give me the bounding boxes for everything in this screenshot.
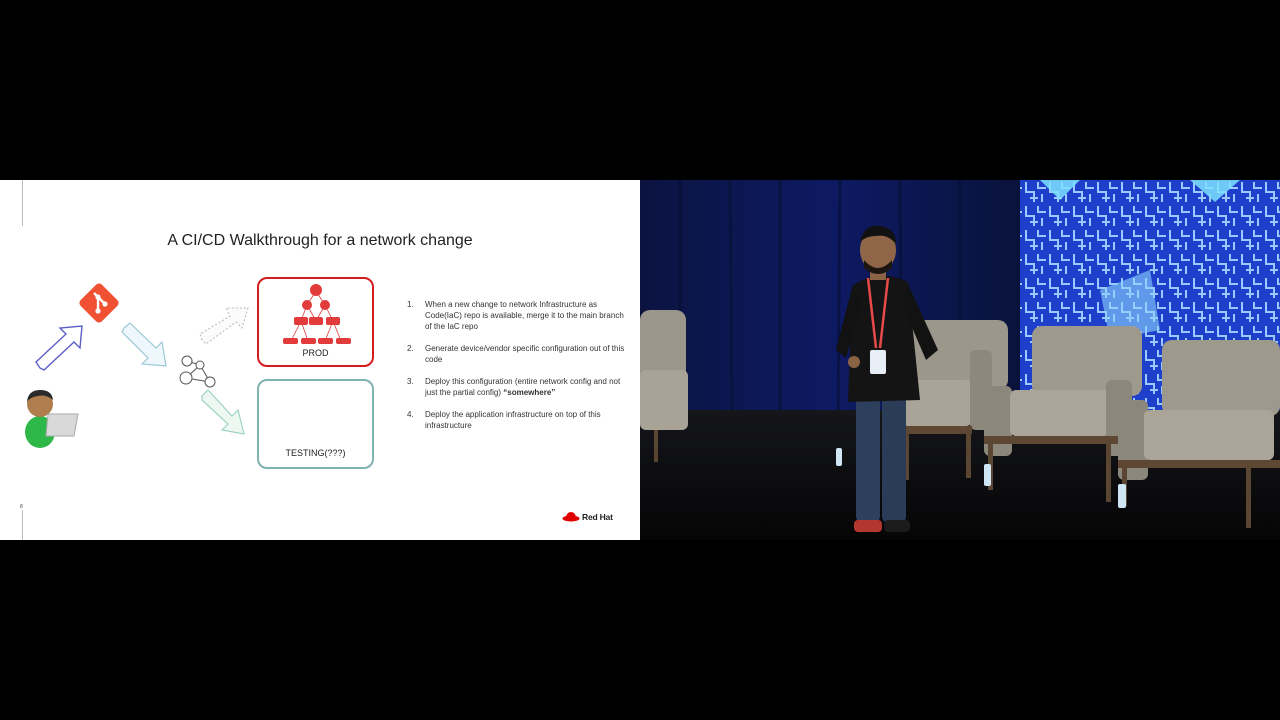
- prod-environment-box: PROD: [257, 277, 374, 367]
- stage-photo: [640, 180, 1280, 540]
- list-item: 3. Deploy this configuration (entire net…: [407, 376, 627, 398]
- list-item: 4. Deploy the application infrastructure…: [407, 409, 627, 431]
- step-text: Generate device/vendor specific configur…: [425, 344, 625, 364]
- presentation-slide: A CI/CD Walkthrough for a network change: [0, 180, 640, 540]
- list-item: 1. When a new change to network Infrastr…: [407, 299, 627, 332]
- step-number: 1.: [407, 300, 414, 309]
- arrow-to-prod-icon: [199, 307, 249, 345]
- arrow-to-testing-icon: [201, 389, 245, 435]
- redhat-wordmark: Red Hat: [582, 512, 613, 522]
- slide-bottom-rule: [22, 510, 23, 540]
- steps-list: 1. When a new change to network Infrastr…: [407, 299, 627, 442]
- step-text: Deploy the application infrastructure on…: [425, 410, 601, 430]
- slide-top-rule: [22, 180, 23, 226]
- git-icon: [79, 283, 119, 323]
- network-topology-icon: [283, 284, 351, 344]
- arrow-down-right-icon: [121, 322, 167, 367]
- redhat-hat-icon: [562, 512, 580, 522]
- step-text: When a new change to network Infrastruct…: [425, 300, 624, 331]
- testing-label: TESTING(???): [285, 448, 346, 458]
- step-number: 3.: [407, 377, 414, 386]
- developer-icon: [25, 390, 79, 448]
- slide-page-number: 8: [20, 504, 23, 510]
- step-number: 2.: [407, 344, 414, 353]
- testing-environment-box: TESTING(???): [257, 379, 374, 469]
- slide-title: A CI/CD Walkthrough for a network change: [167, 232, 473, 249]
- redhat-logo: Red Hat: [562, 511, 613, 523]
- pipeline-graph-icon: [179, 355, 216, 388]
- list-item: 2. Generate device/vendor specific confi…: [407, 343, 627, 365]
- step-text: Deploy this configuration (entire networ…: [425, 377, 621, 397]
- arrow-up-right-icon: [35, 325, 83, 371]
- prod-label: PROD: [302, 348, 329, 358]
- step-number: 4.: [407, 410, 414, 419]
